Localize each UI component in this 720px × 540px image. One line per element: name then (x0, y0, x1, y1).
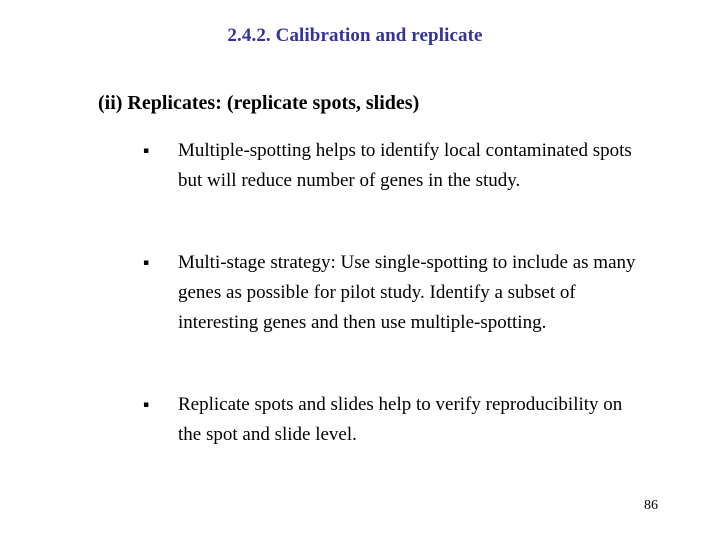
list-item: ▪ Multiple-spotting helps to identify lo… (143, 136, 643, 226)
list-item-text: Replicate spots and slides help to verif… (178, 394, 623, 445)
slide-canvas: 2.4.2. Calibration and replicate (ii) Re… (0, 0, 720, 540)
bullet-list: ▪ Multiple-spotting helps to identify lo… (143, 136, 643, 480)
list-item-text: Multi-stage strategy: Use single-spottin… (178, 252, 636, 333)
list-item-text: Multiple-spotting helps to identify loca… (178, 140, 632, 191)
page-title: 2.4.2. Calibration and replicate (227, 25, 483, 46)
square-bullet-icon: ▪ (143, 146, 150, 156)
list-item: ▪ Replicate spots and slides help to ver… (143, 390, 643, 480)
page-number: 86 (644, 498, 658, 513)
list-item: ▪ Multi-stage strategy: Use single-spott… (143, 248, 643, 368)
square-bullet-icon: ▪ (143, 258, 150, 268)
square-bullet-icon: ▪ (143, 400, 150, 410)
slide-subtitle: (ii) Replicates: (replicate spots, slide… (98, 92, 420, 114)
